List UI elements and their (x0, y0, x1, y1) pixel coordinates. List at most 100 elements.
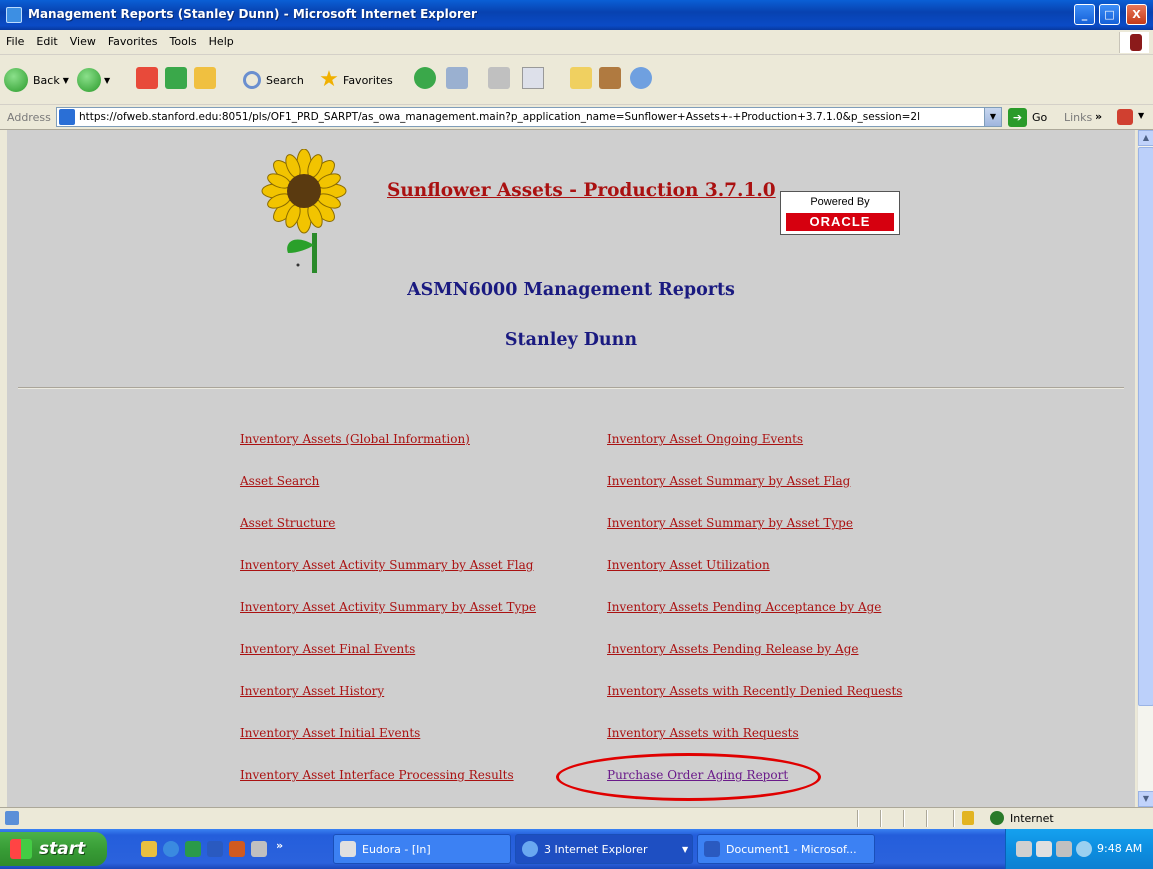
status-separator (953, 810, 955, 827)
forward-button[interactable]: ▼ (77, 67, 110, 93)
ie-icon (6, 7, 22, 23)
quicklaunch-media-icon[interactable] (251, 841, 267, 857)
report-link[interactable]: Inventory Assets Pending Acceptance by A… (607, 600, 881, 614)
report-link[interactable]: Inventory Asset Activity Summary by Asse… (240, 558, 533, 572)
report-link[interactable]: Inventory Asset Summary by Asset Flag (607, 474, 850, 488)
status-separator (903, 810, 905, 827)
report-link[interactable]: Inventory Asset Utilization (607, 558, 770, 572)
report-link[interactable]: Inventory Assets Pending Release by Age (607, 642, 858, 656)
menu-view[interactable]: View (64, 30, 102, 54)
report-link[interactable]: Inventory Asset Final Events (240, 642, 415, 656)
report-link[interactable]: Inventory Asset Activity Summary by Asse… (240, 600, 536, 614)
chevron-down-icon: ▼ (682, 844, 689, 854)
windows-logo-icon (10, 839, 32, 859)
oracle-logo-text: ORACLE (786, 213, 894, 231)
tray-pen-icon[interactable] (1016, 841, 1032, 857)
double-chevron-icon[interactable]: » (1095, 110, 1102, 123)
address-input[interactable]: https://ofweb.stanford.edu:8051/pls/OF1_… (56, 107, 1002, 127)
page-icon (59, 109, 75, 125)
status-separator (857, 810, 859, 827)
page-content: Sunflower Assets - Production 3.7.1.0 Po… (7, 130, 1135, 807)
window-title-bar[interactable]: Management Reports (Stanley Dunn) - Micr… (0, 0, 1153, 30)
app-title-link[interactable]: Sunflower Assets - Production 3.7.1.0 (387, 180, 776, 201)
history-icon[interactable] (414, 67, 436, 89)
ie-icon (522, 841, 538, 857)
taskbar-button-document1[interactable]: Document1 - Microsof... (697, 834, 875, 864)
close-button[interactable]: X (1126, 4, 1147, 25)
start-button[interactable]: start (0, 832, 107, 866)
research-icon[interactable] (599, 67, 621, 89)
report-link[interactable]: Asset Structure (240, 516, 335, 530)
refresh-icon[interactable] (165, 67, 187, 89)
chevron-down-icon: ▼ (62, 75, 69, 85)
task-label: Document1 - Microsof... (726, 842, 857, 856)
report-link[interactable]: Inventory Asset Initial Events (240, 726, 420, 740)
vertical-scrollbar[interactable]: ▲ ▼ (1137, 130, 1153, 807)
security-zone-label: Internet (1010, 812, 1054, 825)
chevron-down-icon[interactable]: ▼ (984, 108, 1001, 126)
highlight-ellipse (556, 753, 821, 801)
page-heading: ASMN6000 Management Reports (407, 280, 735, 300)
report-link[interactable]: Inventory Assets with Recently Denied Re… (607, 684, 902, 698)
search-button[interactable]: Search (243, 67, 304, 93)
report-link[interactable]: Inventory Asset Summary by Asset Type (607, 516, 853, 530)
report-link[interactable]: Inventory Assets with Requests (607, 726, 799, 740)
search-label: Search (266, 73, 304, 87)
tray-tool-icon[interactable] (1056, 841, 1072, 857)
address-url[interactable]: https://ofweb.stanford.edu:8051/pls/OF1_… (79, 111, 979, 123)
edit-word-icon[interactable] (522, 67, 544, 89)
tray-expand-icon[interactable] (1076, 841, 1092, 857)
menu-file[interactable]: File (0, 30, 30, 54)
scroll-up-icon[interactable]: ▲ (1138, 130, 1153, 146)
links-toolbar[interactable]: Links (1064, 111, 1092, 124)
scroll-down-icon[interactable]: ▼ (1138, 791, 1153, 807)
quicklaunch-more-icon[interactable]: » (276, 839, 283, 852)
menu-help[interactable]: Help (203, 30, 240, 54)
stanford-logo-icon (1119, 32, 1149, 53)
tray-network-icon[interactable] (1036, 841, 1052, 857)
chevron-down-icon[interactable]: ▼ (1138, 111, 1144, 120)
back-button[interactable]: Back ▼ (4, 67, 69, 93)
menu-edit[interactable]: Edit (30, 30, 63, 54)
address-label: Address (7, 111, 51, 124)
quicklaunch-ie-icon[interactable] (163, 841, 179, 857)
standard-toolbar: Back ▼ ▼ Search ★ Favorites (0, 55, 1153, 105)
report-link[interactable]: Inventory Assets (Global Information) (240, 432, 470, 446)
report-link[interactable]: Inventory Asset Ongoing Events (607, 432, 803, 446)
taskbar-button-eudora[interactable]: Eudora - [In] (333, 834, 511, 864)
maximize-button[interactable]: □ (1099, 4, 1120, 25)
taskbar-clock: 9:48 AM (1097, 842, 1143, 855)
report-link[interactable]: Asset Search (240, 474, 319, 488)
quicklaunch-excel-icon[interactable] (185, 841, 201, 857)
user-name: Stanley Dunn (504, 330, 638, 350)
report-link[interactable]: Inventory Asset Interface Processing Res… (240, 768, 514, 782)
content-left-border (0, 130, 7, 807)
menu-tools[interactable]: Tools (164, 30, 203, 54)
internet-zone-icon (990, 811, 1004, 825)
favorites-button[interactable]: ★ Favorites (318, 67, 393, 93)
quicklaunch-mail-icon[interactable] (141, 841, 157, 857)
quicklaunch-outlook-icon[interactable] (229, 841, 245, 857)
system-tray: 9:48 AM (1005, 829, 1153, 869)
translate-icon[interactable] (1117, 109, 1133, 125)
menu-favorites[interactable]: Favorites (102, 30, 164, 54)
home-icon[interactable] (194, 67, 216, 89)
report-link[interactable]: Inventory Asset History (240, 684, 384, 698)
address-bar: Address https://ofweb.stanford.edu:8051/… (0, 105, 1153, 130)
back-arrow-icon (4, 68, 28, 92)
go-button[interactable]: ➔ Go (1008, 108, 1047, 127)
lock-icon (962, 811, 974, 825)
messenger-icon[interactable] (630, 67, 652, 89)
start-label: start (39, 839, 86, 859)
quicklaunch-word-icon[interactable] (207, 841, 223, 857)
mail-icon[interactable] (446, 67, 468, 89)
menu-bar: File Edit View Favorites Tools Help (0, 30, 1153, 55)
minimize-button[interactable]: _ (1074, 4, 1095, 25)
stop-icon[interactable] (136, 67, 158, 89)
sunflower-logo (261, 149, 347, 273)
scroll-thumb[interactable] (1138, 147, 1153, 706)
taskbar-button-internet-explorer[interactable]: 3 Internet Explorer ▼ (515, 834, 693, 864)
print-icon[interactable] (488, 67, 510, 89)
folder-icon[interactable] (570, 67, 592, 89)
status-separator (926, 810, 928, 827)
